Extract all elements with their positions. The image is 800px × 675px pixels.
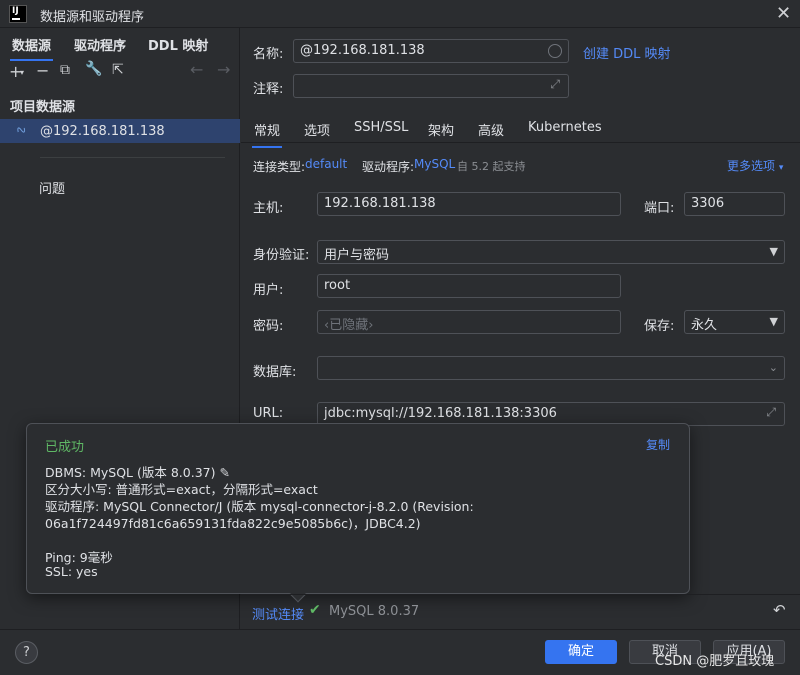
- duplicate-icon[interactable]: ⧉: [60, 62, 70, 78]
- wrench-icon[interactable]: 🔧: [85, 61, 102, 77]
- password-input[interactable]: ‹已隐藏›: [317, 310, 621, 334]
- export-icon[interactable]: ⇱: [112, 62, 124, 78]
- dropdown-arrow-icon: ▼: [769, 245, 778, 258]
- remove-icon[interactable]: −: [36, 61, 49, 80]
- color-circle-icon[interactable]: [548, 44, 562, 58]
- driver-label: 驱动程序:: [362, 160, 415, 174]
- host-label: 主机:: [253, 201, 284, 216]
- create-ddl-link[interactable]: 创建 DDL 映射: [583, 43, 671, 62]
- port-input[interactable]: 3306: [684, 192, 785, 216]
- name-label: 名称:: [253, 47, 284, 62]
- pencil-icon[interactable]: ✎: [219, 465, 229, 480]
- more-options-link[interactable]: 更多选项 ▾: [727, 157, 783, 174]
- dropdown-arrow-icon: ▼: [769, 315, 778, 328]
- back-arrow-icon[interactable]: ←: [190, 60, 203, 79]
- tab-ddl-mappings[interactable]: DDL 映射: [148, 35, 208, 54]
- datasource-label: @192.168.181.138: [40, 124, 165, 139]
- host-input[interactable]: 192.168.181.138: [317, 192, 621, 216]
- undo-icon[interactable]: ↶: [773, 601, 786, 619]
- password-label: 密码:: [253, 319, 284, 334]
- expand-icon[interactable]: ⤢: [550, 77, 560, 92]
- group-title: 项目数据源: [10, 100, 76, 115]
- database-select[interactable]: ⌄: [317, 356, 785, 380]
- name-input[interactable]: @192.168.181.138: [293, 39, 569, 63]
- forward-arrow-icon[interactable]: →: [217, 60, 230, 79]
- test-connection-link[interactable]: 测试连接: [252, 604, 304, 623]
- help-icon[interactable]: ?: [15, 641, 38, 664]
- user-input[interactable]: root: [317, 274, 621, 298]
- port-label: 端口:: [644, 201, 675, 216]
- sidebar-divider: [40, 157, 225, 158]
- ok-button[interactable]: 确定: [545, 640, 617, 664]
- test-result: MySQL 8.0.37: [329, 604, 420, 619]
- tab-underline: [241, 142, 800, 143]
- tab-kubernetes[interactable]: Kubernetes: [528, 120, 602, 135]
- intellij-logo: IJ: [9, 5, 27, 23]
- chevron-down-icon: ⌄: [768, 361, 778, 374]
- tab-drivers[interactable]: 驱动程序: [74, 35, 126, 54]
- tab-ssh-ssl[interactable]: SSH/SSL: [354, 120, 408, 135]
- tab-datasources[interactable]: 数据源: [9, 35, 54, 61]
- conn-type-link[interactable]: default: [305, 157, 347, 171]
- ssl-line: SSL: yes: [45, 564, 98, 579]
- chevron-down-icon: ▾: [778, 163, 784, 173]
- tab-options[interactable]: 选项: [304, 120, 330, 139]
- save-label: 保存:: [644, 319, 675, 334]
- tab-advanced[interactable]: 高级: [478, 120, 504, 139]
- tab-schemas[interactable]: 架构: [428, 120, 454, 139]
- comment-input[interactable]: ⤢: [293, 74, 569, 98]
- window-title: 数据源和驱动程序: [40, 10, 145, 25]
- watermark: CSDN @肥罗且玫瑰: [655, 654, 775, 669]
- comment-label: 注释:: [253, 82, 284, 97]
- url-label: URL:: [253, 406, 284, 421]
- save-select[interactable]: 永久 ▼: [684, 310, 785, 334]
- tab-general[interactable]: 常规: [251, 120, 283, 148]
- auth-select[interactable]: 用户与密码 ▼: [317, 240, 785, 264]
- close-icon[interactable]: ✕: [776, 3, 791, 24]
- success-status: 已成功: [45, 440, 85, 455]
- problems-item[interactable]: 问题: [39, 178, 65, 197]
- user-label: 用户:: [253, 283, 284, 298]
- expand-icon[interactable]: ⤢: [766, 405, 776, 420]
- auth-label: 身份验证:: [253, 248, 310, 263]
- test-connection-bar: [241, 594, 800, 629]
- add-dropdown-icon[interactable]: ▾: [20, 68, 24, 77]
- driver-note: 自 5.2 起支持: [457, 160, 526, 173]
- check-icon: ✔: [309, 602, 321, 618]
- revision-line: 06a1f724497fd81c6a659131fda822c9e5085b6c…: [45, 516, 421, 531]
- conn-type-label: 连接类型:: [253, 160, 306, 174]
- copy-link[interactable]: 复制: [646, 436, 670, 453]
- database-label: 数据库:: [253, 365, 297, 380]
- driver-link[interactable]: MySQL: [414, 157, 455, 171]
